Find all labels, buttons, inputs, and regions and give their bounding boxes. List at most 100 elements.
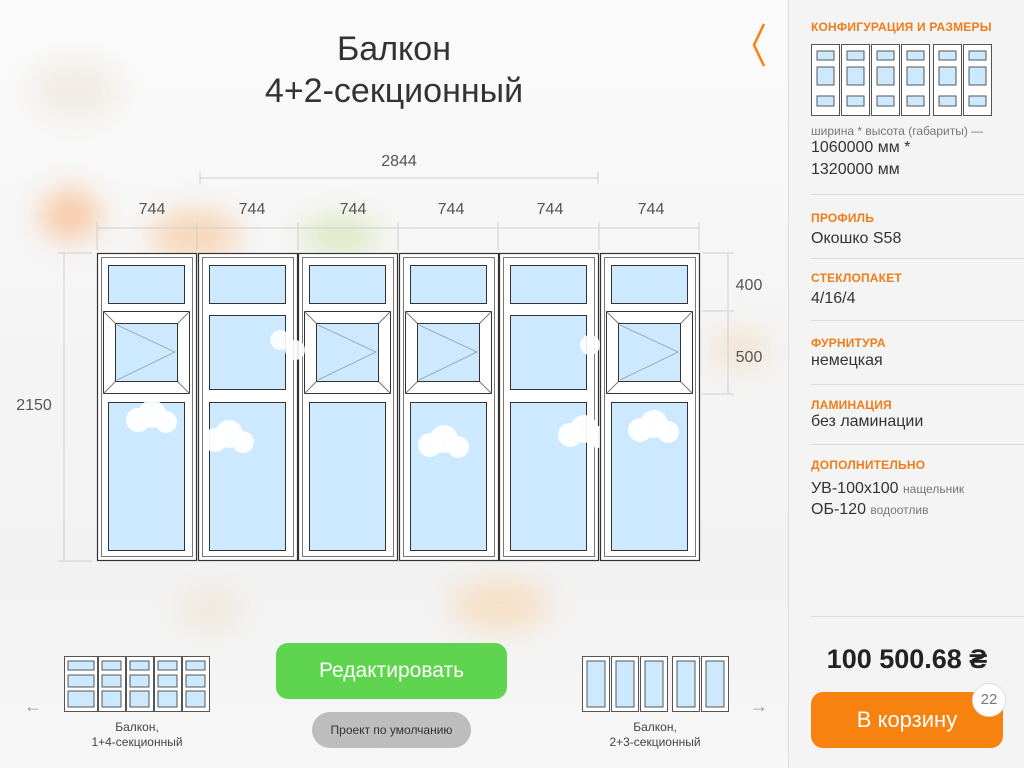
next-variant-caption[interactable]: Балкон, 2+3-секционный (580, 720, 730, 750)
config-bottom-glass (846, 95, 865, 107)
thumb-mid-glass (157, 674, 178, 688)
config-mid-glass (968, 66, 987, 86)
sidebar: КОНФИГУРАЦИЯ И РАЗМЕРЫ ширина * высота (… (788, 0, 1024, 768)
section-width-label: 744 (537, 201, 564, 218)
top-row-label: 400 (736, 277, 763, 294)
thumb-top-glass (157, 660, 178, 671)
cloud (580, 335, 600, 355)
divider (811, 194, 1024, 195)
thumb-bottom-glass (157, 690, 178, 708)
section-width-label: 744 (239, 201, 266, 218)
prev-variant-line1: Балкон, (115, 720, 159, 734)
thumb-mid-glass (129, 674, 150, 688)
extra-item-1[interactable]: УВ-100х100 нащельник (811, 478, 964, 500)
next-variant-line2: 2+3-секционный (609, 735, 701, 749)
vent-glass (618, 323, 681, 382)
vent-glass (316, 323, 379, 382)
bottom-glass (410, 402, 487, 551)
config-bottom-glass (938, 95, 957, 107)
arrow-right-icon[interactable]: → (750, 696, 768, 717)
prev-variant-thumbnail[interactable] (64, 656, 210, 712)
thumb-glass (705, 660, 725, 708)
extra-item-1-note: нащельник (903, 482, 965, 496)
section-width-label: 744 (638, 201, 665, 218)
section-width-label: 744 (438, 201, 465, 218)
thumb-top-glass (185, 660, 206, 671)
middle-glass (209, 315, 286, 390)
config-size-line1: 1060000 мм * (811, 139, 911, 156)
thumb-glass (676, 660, 696, 708)
config-mid-glass (816, 66, 835, 86)
extra-item-2[interactable]: ОБ-120 водоотлив (811, 499, 928, 521)
config-bottom-glass (906, 95, 925, 107)
config-top-glass (876, 50, 895, 61)
top-glass (209, 265, 286, 304)
window-sections (96, 252, 701, 562)
middle-glass (510, 315, 587, 390)
prev-variant-sections (98, 656, 210, 712)
config-thumbnail[interactable] (811, 44, 993, 116)
top-glass (611, 265, 688, 304)
glass-heading: СТЕКЛОПАКЕТ (811, 271, 902, 285)
prev-variant-caption[interactable]: Балкон, 1+4-секционный (62, 720, 212, 750)
config-bottom-glass (876, 95, 895, 107)
vent-glass (417, 323, 480, 382)
thumb-top-glass (129, 660, 150, 671)
window-section (498, 252, 609, 562)
config-note: ширина * высота (габариты) — (811, 124, 984, 138)
default-project-button[interactable]: Проект по умолчанию (312, 712, 471, 748)
extra-heading: ДОПОЛНИТЕЛЬНО (811, 458, 926, 472)
total-width-label: 2844 (381, 153, 417, 170)
top-glass (510, 265, 587, 304)
window-section (599, 252, 701, 562)
config-bottom-glass (968, 95, 987, 107)
arrow-left-icon[interactable]: ← (24, 696, 42, 717)
config-top-glass (968, 50, 987, 61)
thumb-bottom-glass (185, 690, 206, 708)
thumb-mid-glass (101, 674, 122, 688)
next-variant-thumbnail[interactable] (582, 656, 730, 712)
next-variant-sections (582, 656, 729, 712)
window-drawing: 2844 744 744 744 744 744 744 2150 400 50… (16, 153, 763, 562)
cloud (657, 421, 679, 443)
thumb-bottom-glass (129, 690, 150, 708)
config-top-glass (846, 50, 865, 61)
divider (811, 616, 1024, 617)
thumb-glass (586, 660, 606, 708)
hardware-value[interactable]: немецкая (811, 350, 883, 372)
profile-value[interactable]: Окошко S58 (811, 228, 901, 250)
divider (811, 320, 1024, 321)
section-width-label: 744 (139, 201, 166, 218)
config-mid-glass (938, 66, 957, 86)
thumb-glass (644, 660, 664, 708)
lamination-value[interactable]: без ламинации (811, 411, 923, 433)
divider (811, 384, 1024, 385)
hardware-heading: ФУРНИТУРА (811, 336, 886, 350)
cart-count-badge: 22 (972, 683, 1006, 717)
config-mid-glass (906, 66, 925, 86)
height-label: 2150 (16, 397, 52, 414)
cloud (155, 411, 177, 433)
vent-glass (115, 323, 178, 382)
glass-value[interactable]: 4/16/4 (811, 288, 855, 310)
cloud (447, 436, 469, 458)
config-mid-glass (876, 66, 895, 86)
extra-item-2-label: ОБ-120 (811, 501, 866, 518)
thumb-top-glass (101, 660, 122, 671)
top-glass (108, 265, 185, 304)
edit-button[interactable]: Редактировать (276, 643, 507, 699)
window-section (398, 252, 500, 562)
main-area: Балкон 4+2-секционный 2844 744 744 744 7… (0, 0, 788, 768)
window-section (197, 252, 299, 562)
config-top-glass (906, 50, 925, 61)
window-section (96, 252, 198, 562)
lamination-heading: ЛАМИНАЦИЯ (811, 398, 892, 412)
divider (811, 258, 1024, 259)
divider (811, 444, 1024, 445)
section-width-label: 744 (340, 201, 367, 218)
next-variant-line1: Балкон, (633, 720, 677, 734)
config-size-line2: 1320000 мм (811, 161, 900, 178)
cloud (285, 340, 305, 360)
middle-row-label: 500 (736, 349, 763, 366)
price: 100 500.68 ₴ (826, 644, 988, 674)
